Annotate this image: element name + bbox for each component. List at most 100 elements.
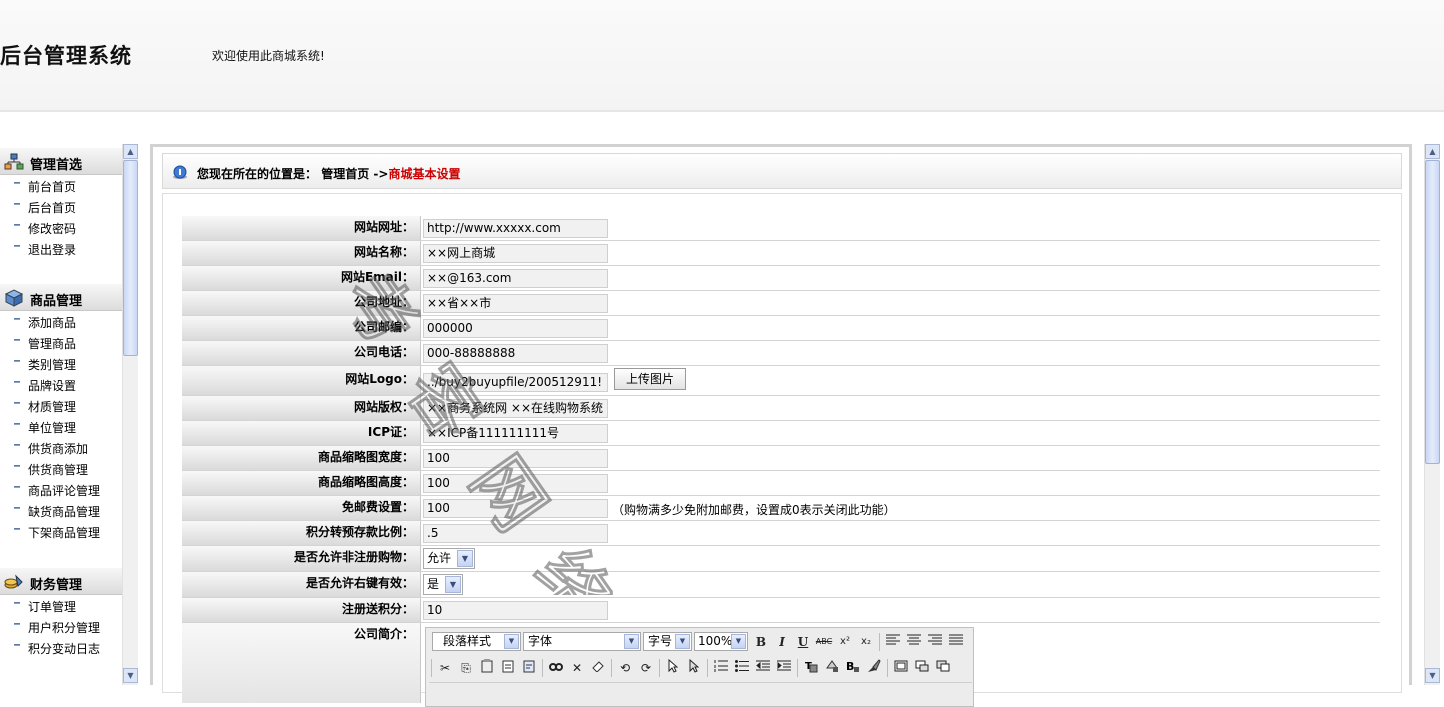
register-points-input[interactable]: 10 xyxy=(423,601,608,620)
absolute-position-icon[interactable] xyxy=(685,658,703,677)
layer-icon[interactable] xyxy=(934,659,952,677)
sidebar-item-categories[interactable]: 类别管理 xyxy=(0,353,122,374)
paragraph-style-select[interactable]: 段落样式 ▼ xyxy=(432,632,521,651)
chevron-down-icon[interactable]: ▼ xyxy=(624,634,639,649)
sidebar-item-orders[interactable]: 订单管理 xyxy=(0,595,122,616)
delete-icon[interactable]: ✕ xyxy=(568,659,586,677)
sidebar-item-materials[interactable]: 材质管理 xyxy=(0,395,122,416)
align-center-icon[interactable] xyxy=(905,633,923,651)
scroll-down-icon[interactable]: ▼ xyxy=(123,668,138,683)
strikethrough-icon[interactable]: ABC xyxy=(815,633,833,651)
unordered-list-icon[interactable] xyxy=(733,659,751,677)
page-scrollbar[interactable]: ▲ ▼ xyxy=(1424,144,1440,685)
sidebar-item-manage-products[interactable]: 管理商品 xyxy=(0,332,122,353)
right-click-select[interactable]: 是 ▼ xyxy=(423,574,463,595)
icp-input[interactable]: ××ICP备111111111号 xyxy=(423,424,608,443)
sidebar-item-points-log[interactable]: 积分变动日志 xyxy=(0,637,122,658)
scroll-up-icon[interactable]: ▲ xyxy=(1425,144,1440,159)
sidebar-group-header[interactable]: 管理首选 xyxy=(0,148,122,175)
paste-icon[interactable] xyxy=(478,659,496,677)
table-icon[interactable] xyxy=(892,659,910,677)
select-cursor-icon[interactable] xyxy=(664,658,682,677)
paste-text-icon[interactable] xyxy=(499,659,517,677)
scroll-down-icon[interactable]: ▼ xyxy=(1425,668,1440,683)
cut-icon[interactable]: ✂ xyxy=(436,659,454,677)
sidebar-item-units[interactable]: 单位管理 xyxy=(0,416,122,437)
bullet-icon xyxy=(14,360,20,362)
bullet-icon xyxy=(14,182,20,184)
outdent-icon[interactable] xyxy=(754,659,772,677)
bullet-icon xyxy=(14,381,20,383)
chevron-down-icon[interactable]: ▼ xyxy=(445,576,461,593)
company-address-input[interactable]: ××省××市 xyxy=(423,294,608,313)
scrollbar-thumb[interactable] xyxy=(1425,160,1440,464)
paste-word-icon[interactable] xyxy=(520,659,538,677)
indent-icon[interactable] xyxy=(775,659,793,677)
align-right-icon[interactable] xyxy=(926,633,944,651)
zoom-select[interactable]: 100% ▼ xyxy=(694,632,748,651)
sidebar-item-front-home[interactable]: 前台首页 xyxy=(0,175,122,196)
justify-icon[interactable] xyxy=(947,633,965,651)
chevron-down-icon[interactable]: ▼ xyxy=(675,634,690,649)
redo-icon[interactable]: ⟳ xyxy=(637,659,655,677)
chevron-down-icon[interactable]: ▼ xyxy=(504,634,519,649)
sidebar-item-out-of-stock[interactable]: 缺货商品管理 xyxy=(0,500,122,521)
company-phone-input[interactable]: 000-88888888 xyxy=(423,344,608,363)
chevron-down-icon[interactable]: ▼ xyxy=(457,550,473,567)
bullet-icon xyxy=(14,444,20,446)
align-left-icon[interactable] xyxy=(884,633,902,651)
sidebar-group-products: 商品管理 添加商品 管理商品 类别管理 品牌设置 材质管理 单位管理 供货商添加… xyxy=(0,284,122,542)
sidebar-scrollbar[interactable]: ▲ ▼ xyxy=(122,144,138,685)
font-select[interactable]: 字体 ▼ xyxy=(523,632,641,651)
points-ratio-input[interactable]: .5 xyxy=(423,524,608,543)
sidebar-item-logout[interactable]: 退出登录 xyxy=(0,238,122,259)
scrollbar-thumb[interactable] xyxy=(123,160,138,356)
site-email-input[interactable]: ××@163.com xyxy=(423,269,608,288)
sidebar-item-admin-home[interactable]: 后台首页 xyxy=(0,196,122,217)
sidebar-item-user-points[interactable]: 用户积分管理 xyxy=(0,616,122,637)
superscript-icon[interactable]: x² xyxy=(836,633,854,651)
company-zip-input[interactable]: 000000 xyxy=(423,319,608,338)
chevron-down-icon[interactable]: ▼ xyxy=(731,634,746,649)
site-name-input[interactable]: ××网上商城 xyxy=(423,244,608,263)
sidebar-item-delisted[interactable]: 下架商品管理 xyxy=(0,521,122,542)
eraser-icon[interactable] xyxy=(589,659,607,677)
sidebar-group-header[interactable]: 财务管理 xyxy=(0,568,122,595)
thumb-width-input[interactable]: 100 xyxy=(423,449,608,468)
form-row-company-address: 公司地址： ××省××市 xyxy=(182,291,1380,316)
copy-icon[interactable]: ⎘ xyxy=(457,659,475,677)
sidebar-item-change-password[interactable]: 修改密码 xyxy=(0,217,122,238)
bg-color-icon[interactable] xyxy=(823,659,841,677)
thumb-height-input[interactable]: 100 xyxy=(423,474,608,493)
undo-icon[interactable]: ⟲ xyxy=(616,659,634,677)
brush-icon[interactable] xyxy=(865,659,883,677)
site-url-input[interactable]: http://www.xxxxx.com xyxy=(423,219,608,238)
sidebar-item-manage-suppliers[interactable]: 供货商管理 xyxy=(0,458,122,479)
italic-icon[interactable]: I xyxy=(773,633,791,651)
bullet-icon xyxy=(14,203,20,205)
sidebar-group-header[interactable]: 商品管理 xyxy=(0,284,122,311)
ordered-list-icon[interactable] xyxy=(712,659,730,677)
scroll-up-icon[interactable]: ▲ xyxy=(123,144,138,159)
find-icon[interactable] xyxy=(547,659,565,677)
frame-icon[interactable] xyxy=(913,659,931,677)
breadcrumb-home[interactable]: 管理首页 xyxy=(321,167,369,181)
sidebar-item-reviews[interactable]: 商品评论管理 xyxy=(0,479,122,500)
bold-icon[interactable]: B xyxy=(752,633,770,651)
upload-image-button[interactable]: 上传图片 xyxy=(614,368,686,390)
font-size-select[interactable]: 字号 ▼ xyxy=(643,632,692,651)
bullet-icon xyxy=(14,318,20,320)
form-row-free-shipping: 免邮费设置： 100 （购物满多少免附加邮费，设置成0表示关闭此功能） xyxy=(182,496,1380,521)
font-bg-icon[interactable]: B xyxy=(844,659,862,677)
site-logo-input[interactable]: ../buy2buyupfile/200512911! xyxy=(423,373,608,392)
underline-icon[interactable]: U xyxy=(794,633,812,651)
text-color-icon[interactable]: T xyxy=(802,659,820,677)
free-shipping-input[interactable]: 100 xyxy=(423,499,608,518)
guest-shopping-select[interactable]: 允许 ▼ xyxy=(423,548,475,569)
sidebar-item-add-supplier[interactable]: 供货商添加 xyxy=(0,437,122,458)
sidebar-item-brands[interactable]: 品牌设置 xyxy=(0,374,122,395)
rich-text-editor[interactable]: 段落样式▼ 字体▼ 字号▼ 100%▼ B I U ABC x² x₂ xyxy=(425,627,974,707)
copyright-input[interactable]: ××商务系统网 ××在线购物系统 xyxy=(423,399,608,418)
sidebar-item-add-product[interactable]: 添加商品 xyxy=(0,311,122,332)
subscript-icon[interactable]: x₂ xyxy=(857,633,875,651)
